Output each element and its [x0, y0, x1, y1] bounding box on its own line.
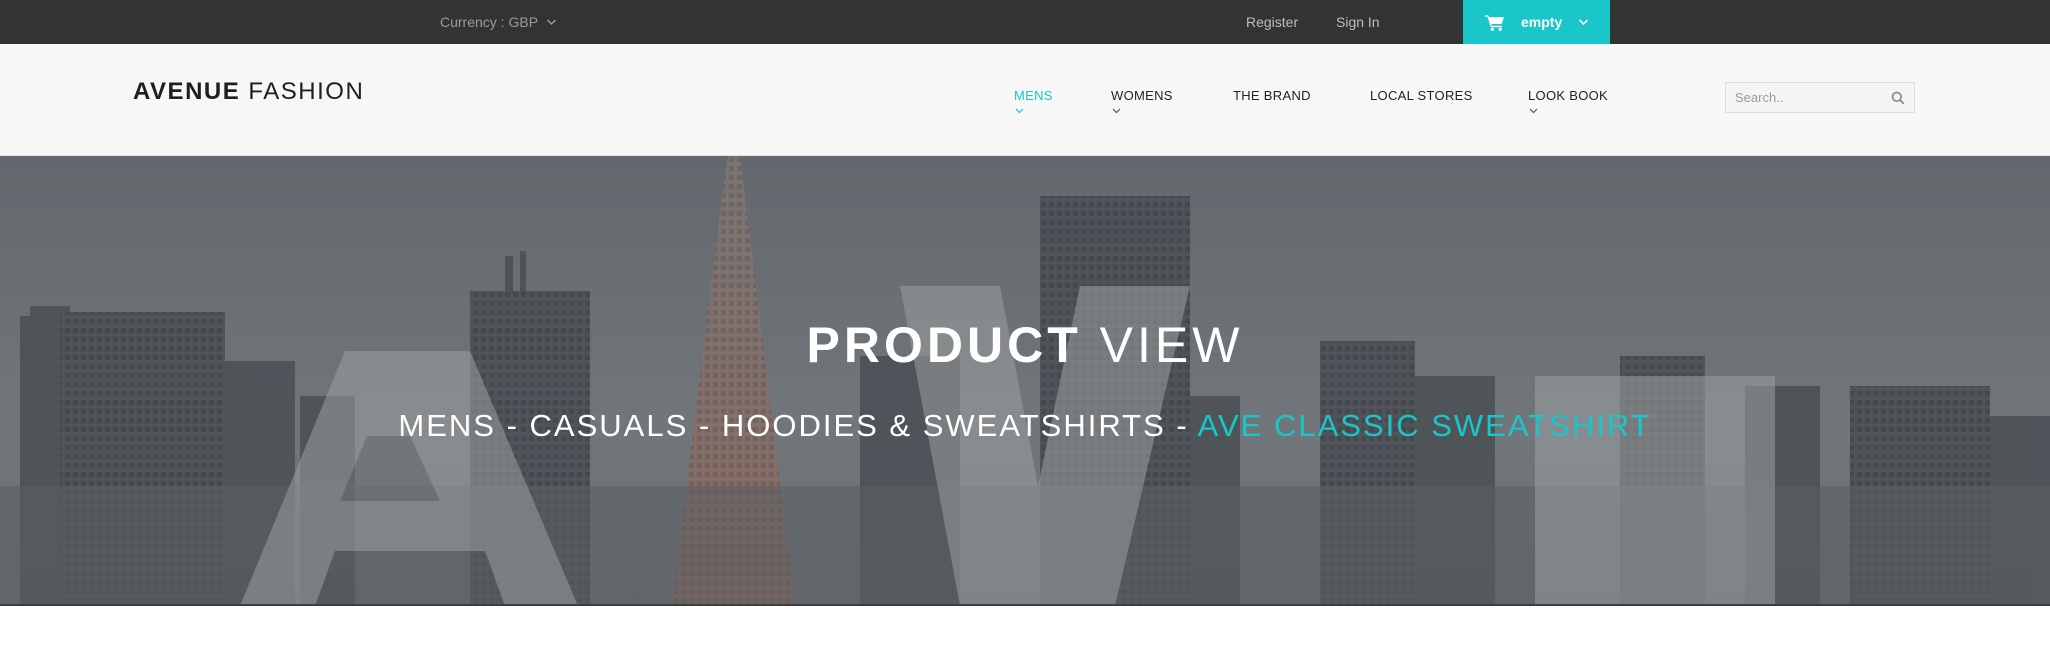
- chevron-down-icon: [546, 18, 557, 26]
- breadcrumb-separator: -: [495, 408, 530, 443]
- currency-label: Currency : GBP: [440, 14, 539, 30]
- nav-item-mens[interactable]: MENS: [1014, 88, 1053, 114]
- breadcrumb-item-hoodies[interactable]: HOODIES & SWEATSHIRTS: [722, 408, 1166, 443]
- breadcrumb-separator: -: [1165, 408, 1198, 443]
- logo-light-text: FASHION: [248, 78, 365, 105]
- nav-item-look-book[interactable]: LOOK BOOK: [1528, 88, 1609, 114]
- sign-in-link[interactable]: Sign In: [1336, 0, 1380, 44]
- breadcrumb-item-mens[interactable]: MENS: [398, 408, 496, 443]
- site-logo[interactable]: AVENUE FASHION: [133, 78, 364, 106]
- currency-selector[interactable]: Currency : GBP: [440, 0, 557, 44]
- chevron-down-icon: [1578, 18, 1589, 26]
- nav-label: THE BRAND: [1233, 88, 1311, 103]
- shopping-cart-icon: [1485, 14, 1504, 31]
- nav-item-womens[interactable]: WOMENS: [1111, 88, 1173, 114]
- chevron-down-icon: [1112, 108, 1121, 114]
- breadcrumb-separator: -: [688, 408, 722, 443]
- site-header: AVENUE FASHION MENS WOMENS THE BRAND LOC…: [0, 44, 2050, 156]
- page-title: PRODUCT VIEW: [0, 316, 2050, 374]
- chevron-down-icon: [1529, 108, 1538, 114]
- nav-item-the-brand[interactable]: THE BRAND: [1233, 88, 1311, 103]
- nav-label: LOCAL STORES: [1370, 88, 1473, 103]
- cart-button[interactable]: empty: [1463, 0, 1610, 44]
- search-box: [1725, 82, 1915, 113]
- page-title-bold: PRODUCT: [806, 317, 1082, 373]
- search-icon[interactable]: [1891, 91, 1905, 105]
- city-skyline-image: [0, 156, 2050, 606]
- hero-banner: PRODUCT VIEW MENS - CASUALS - HOODIES & …: [0, 156, 2050, 606]
- nav-label: WOMENS: [1111, 88, 1173, 103]
- cart-status-label: empty: [1521, 14, 1563, 30]
- top-bar: Currency : GBP Register Sign In empty: [0, 0, 2050, 44]
- breadcrumb-item-casuals[interactable]: CASUALS: [530, 408, 689, 443]
- breadcrumb: MENS - CASUALS - HOODIES & SWEATSHIRTS -…: [0, 408, 2050, 444]
- chevron-down-icon: [1015, 108, 1024, 114]
- breadcrumb-current-item: AVE CLASSIC SWEATSHIRT: [1197, 408, 1652, 443]
- register-link[interactable]: Register: [1246, 0, 1298, 44]
- nav-label: MENS: [1014, 88, 1053, 103]
- nav-label: LOOK BOOK: [1528, 88, 1609, 103]
- search-input[interactable]: [1726, 83, 1886, 112]
- nav-item-local-stores[interactable]: LOCAL STORES: [1370, 88, 1473, 103]
- logo-bold-text: AVENUE: [133, 78, 241, 105]
- page-title-light: VIEW: [1099, 317, 1244, 373]
